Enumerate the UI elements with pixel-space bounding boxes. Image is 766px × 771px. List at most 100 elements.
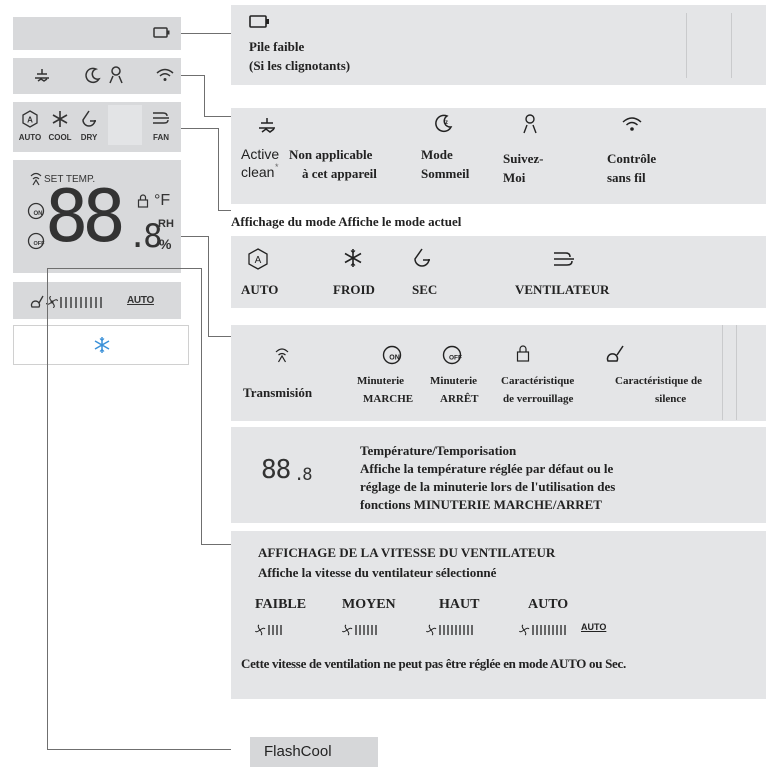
connector-line: [181, 236, 208, 237]
timer-on-icon: ON: [27, 202, 45, 220]
flashcool-label: FlashCool: [264, 743, 332, 760]
functions-section: z Active clean * Non applicable à cet ap…: [231, 108, 766, 204]
indicator-label-transmission: Transmisión: [243, 385, 313, 400]
connector-line: [208, 336, 231, 337]
fan-icon: [426, 624, 437, 636]
fan-bars: [355, 625, 377, 635]
lcd-mode-label-dry: DRY: [80, 133, 98, 142]
lcd-function-block: [13, 58, 181, 94]
svg-text:z: z: [445, 120, 448, 126]
fan-mode-icon: [153, 112, 169, 124]
panel-divider: [722, 325, 723, 420]
follow-me-icon: [109, 66, 123, 84]
fan-speed-faible-graphic: [255, 624, 282, 636]
function-label-wireless-2: sans fil: [607, 170, 646, 185]
battery-label-line2: (Si les clignotants): [249, 58, 351, 73]
wireless-control-icon: [622, 117, 642, 131]
panel-divider: [686, 13, 687, 78]
temperature-decimal: .8: [294, 465, 313, 485]
lcd-auto-badge: AUTO: [127, 295, 154, 306]
timer-off-icon: OFF: [27, 232, 45, 250]
panel-divider: [731, 13, 732, 78]
flashcool-label-box: FlashCool: [250, 737, 378, 767]
fan-speed-haut-graphic: [426, 624, 473, 636]
indicators-section: ON OFF Transmisión Minuterie MARCHE Minu…: [231, 325, 766, 523]
sleep-icon: [85, 67, 101, 84]
temperature-title: Température/Temporisation: [360, 443, 517, 458]
blank-mode-segment: [108, 105, 142, 145]
function-label-sleep-2: Sommeil: [421, 166, 470, 181]
temperature-desc-line3: fonctions MINUTERIE MARCHE/ARRET: [360, 497, 602, 512]
auto-mode-icon: A: [22, 110, 38, 128]
auto-mode-icon: A: [248, 248, 268, 270]
lcd-big-digits: 88: [45, 174, 126, 258]
svg-text:OFF: OFF: [34, 241, 46, 247]
dry-mode-icon: [82, 110, 96, 127]
mode-section-heading: Affichage du mode Affiche le mode actuel: [231, 214, 462, 229]
fan-level-auto: AUTO: [528, 597, 569, 612]
transmission-icon: [30, 172, 42, 186]
svg-text:A: A: [27, 116, 33, 125]
fan-speed-note: Cette vitesse de ventilation ne peut pas…: [241, 656, 626, 671]
function-label-follow-1: Suivez-: [503, 151, 544, 166]
fan-level-haut: HAUT: [439, 597, 480, 612]
fan-icon: [519, 624, 530, 636]
panel-divider: [736, 325, 737, 420]
fan-icon: [255, 624, 266, 636]
indicator-label-lock-1: Caractéristique: [501, 375, 575, 387]
temperature-desc-line2: réglage de la minuterie lors de l'utilis…: [360, 479, 616, 494]
svg-text:ON: ON: [34, 211, 43, 217]
mode-section: A AUTO FROID SEC VENTILATEUR: [231, 236, 766, 308]
function-label-na-1: Non applicable: [289, 147, 373, 162]
cool-mode-icon: [344, 249, 362, 267]
timer-off-icon: OFF: [442, 345, 462, 365]
temperature-digits: 88: [261, 455, 291, 485]
lcd-battery-block: [13, 17, 181, 50]
indicator-label-lock-2: de verrouillage: [503, 393, 574, 405]
connector-line: [218, 128, 219, 210]
silence-icon: [606, 345, 624, 362]
wireless-icon: [156, 68, 174, 81]
battery-icon: [153, 27, 170, 38]
connector-line: [201, 268, 202, 544]
mode-label-ventilateur: VENTILATEUR: [515, 282, 610, 297]
fan-speed-subtitle: Affiche la vitesse du ventilateur sélect…: [258, 565, 497, 580]
function-label-active-clean-2: clean: [241, 164, 275, 180]
lcd-temperature-block: SET TEMP. ON OFF 88 .8 °F RH %: [13, 160, 181, 273]
active-clean-icon: [259, 118, 275, 133]
silence-icon: [30, 295, 44, 308]
function-label-follow-2: Moi: [503, 170, 526, 185]
connector-line: [204, 116, 231, 117]
function-label-sleep-1: Mode: [421, 147, 453, 162]
lcd-fahrenheit: °F: [154, 192, 171, 209]
flashcool-snowflake-icon: [94, 337, 110, 353]
fan-auto-badge: AUTO: [581, 622, 607, 632]
fan-mode-icon: [554, 252, 574, 266]
cool-mode-icon: [52, 111, 68, 127]
fan-level-faible: FAIBLE: [255, 597, 307, 612]
connector-line: [181, 128, 218, 129]
svg-text:OFF: OFF: [449, 355, 462, 362]
indicator-label-timer-on-1: Minuterie: [357, 375, 405, 387]
mode-label-auto: AUTO: [241, 282, 279, 297]
active-clean-icon: [35, 69, 49, 82]
transmission-icon: [275, 348, 289, 363]
lcd-mode-label-fan: FAN: [153, 133, 169, 142]
mode-label-sec: SEC: [412, 282, 438, 297]
fan-icon: [342, 624, 353, 636]
fan-bars: [439, 625, 473, 635]
fan-bars: [268, 625, 282, 635]
connector-line: [201, 544, 231, 545]
fan-level-moyen: MOYEN: [342, 597, 396, 612]
lcd-small-digit: .8: [128, 217, 162, 255]
indicator-label-timer-off-2: ARRÊT: [440, 393, 479, 405]
timer-on-icon: ON: [382, 345, 402, 365]
lcd-mode-block: A AUTO COOL DRY FAN: [13, 102, 181, 152]
lcd-mode-label-cool: COOL: [48, 133, 72, 142]
indicator-label-timer-on-2: MARCHE: [363, 393, 414, 405]
function-label-wireless-1: Contrôle: [607, 151, 657, 166]
indicator-label-timer-off-1: Minuterie: [430, 375, 478, 387]
connector-line: [47, 268, 201, 269]
connector-line: [47, 749, 231, 750]
indicator-label-silence-2: silence: [655, 393, 687, 405]
